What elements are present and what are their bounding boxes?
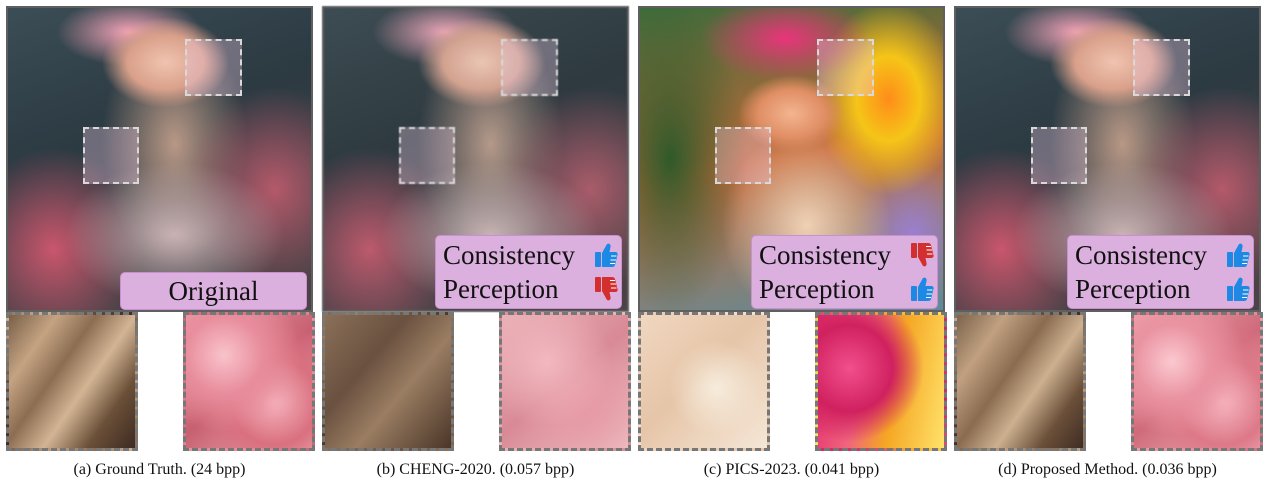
crop-hair (954, 312, 1086, 451)
main-image: Original (6, 6, 313, 312)
caption: (a) Ground Truth. (24 bpp) (73, 461, 246, 478)
perception-label: Perception (759, 274, 875, 304)
crop-flowers (499, 312, 631, 451)
original-badge: Original (120, 272, 307, 310)
crop-flowers (1131, 312, 1263, 451)
thumbs-up-icon (594, 242, 618, 268)
caption: (d) Proposed Method. (0.036 bpp) (998, 461, 1217, 478)
metrics-badge: Consistency Perception (1067, 235, 1254, 309)
thumbs-up-icon (1226, 242, 1250, 268)
roi-box-hair (83, 127, 139, 184)
roi-box-hair (1031, 127, 1087, 184)
panel-ground-truth: Original (a) Ground Truth. (24 bpp) (6, 6, 315, 478)
consistency-label: Consistency (443, 240, 575, 270)
roi-box-flowers (817, 39, 874, 96)
roi-box-hair (399, 127, 455, 184)
caption: (b) CHENG-2020. (0.057 bpp) (376, 461, 575, 478)
roi-box-flowers (185, 39, 242, 96)
crop-flowers (183, 312, 315, 451)
panel-cheng-2020: Consistency Perception (b) CHENG-2020. (… (322, 6, 631, 478)
metrics-badge: Consistency Perception (435, 235, 622, 309)
thumbs-up-icon (1226, 276, 1250, 302)
crop-hair (638, 312, 770, 451)
perception-label: Perception (1075, 274, 1191, 304)
crop-hair (6, 312, 138, 451)
thumbs-down-icon (910, 242, 934, 268)
roi-box-hair (715, 127, 771, 184)
thumbs-up-icon (910, 276, 934, 302)
crop-hair (322, 312, 454, 451)
crop-flowers (815, 312, 947, 451)
roi-box-flowers (1133, 39, 1190, 96)
panel-pics-2023: Consistency Perception (c) PICS-2023. (0… (638, 6, 947, 478)
metrics-badge: Consistency Perception (751, 235, 938, 309)
roi-box-flowers (501, 39, 558, 96)
panel-proposed-method: Consistency Perception (d) Proposed Meth… (954, 6, 1263, 478)
consistency-label: Consistency (759, 240, 891, 270)
perception-label: Perception (443, 274, 559, 304)
consistency-label: Consistency (1075, 240, 1207, 270)
thumbs-down-icon (594, 276, 618, 302)
caption: (c) PICS-2023. (0.041 bpp) (703, 461, 880, 478)
